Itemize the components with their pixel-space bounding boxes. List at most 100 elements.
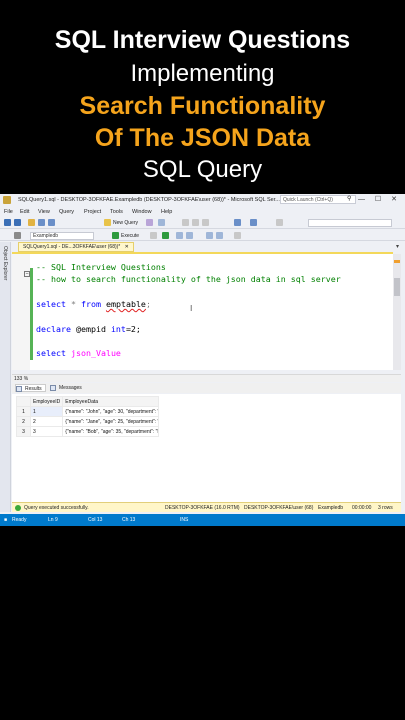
debug-icon[interactable] xyxy=(276,219,283,226)
code-line-json-value: select json_Value xyxy=(36,348,121,358)
redo-icon[interactable] xyxy=(250,219,257,226)
zoom-level[interactable]: 133 % xyxy=(14,376,28,382)
object-explorer-tab[interactable]: Object Explorer xyxy=(0,242,11,512)
database-query-icon[interactable] xyxy=(146,219,153,226)
indent-icon[interactable] xyxy=(234,232,241,239)
back-icon[interactable] xyxy=(4,219,11,226)
column-header-employeeid[interactable]: EmployeeID xyxy=(29,396,64,407)
menu-window[interactable]: Window xyxy=(132,209,152,215)
cut-icon[interactable] xyxy=(182,219,189,226)
row-number[interactable]: 2 xyxy=(16,416,31,427)
close-icon[interactable]: ✕ xyxy=(125,244,129,250)
title-line-2: Implementing xyxy=(130,60,275,87)
scroll-thumb[interactable] xyxy=(394,278,400,296)
paste-icon[interactable] xyxy=(202,219,209,226)
parse-icon[interactable] xyxy=(162,232,169,239)
elapsed-time: 00:00:00 xyxy=(352,505,372,511)
tab-label: SQLQuery1.sql - DE...3OFKFAE\user (68))* xyxy=(23,244,121,250)
cell-employeeid[interactable]: 3 xyxy=(29,426,64,437)
cell-employeedata[interactable]: {"name": "John", "age": 30, "department"… xyxy=(62,406,160,417)
query-editor[interactable]: − -- SQL Interview Questions -- how to s… xyxy=(12,252,393,370)
new-query-icon[interactable] xyxy=(104,219,111,226)
copy-icon[interactable] xyxy=(192,219,199,226)
video-title-overlay: SQL Interview Questions Implementing Sea… xyxy=(0,0,405,192)
row-number-header[interactable] xyxy=(16,396,31,407)
star-token: * xyxy=(65,299,81,309)
database-dropdown[interactable]: Exampledb xyxy=(30,232,94,240)
chevron-down-icon[interactable]: ▾ xyxy=(396,243,399,250)
status-line: Ln 9 xyxy=(48,517,58,523)
query-status-bar: Query executed successfully. DESKTOP-3OF… xyxy=(12,502,401,512)
menu-help[interactable]: Help xyxy=(161,209,172,215)
tab-results[interactable]: Results xyxy=(15,384,46,392)
menu-view[interactable]: View xyxy=(38,209,50,215)
search-icon[interactable]: ⚲ xyxy=(347,195,351,202)
success-icon xyxy=(15,505,21,511)
window-titlebar: SQLQuery1.sql - DESKTOP-3OFKFAE.Exampled… xyxy=(0,194,405,206)
row-number[interactable]: 1 xyxy=(16,406,31,417)
table-name-token: emptable xyxy=(105,299,146,309)
menu-bar: File Edit View Query Project Tools Windo… xyxy=(0,207,405,217)
title-line-3: Search Functionality xyxy=(79,92,326,120)
save-icon[interactable] xyxy=(38,219,45,226)
cell-employeedata[interactable]: {"name": "Jane", "age": 25, "department"… xyxy=(62,416,160,427)
analysis-icon[interactable] xyxy=(158,219,165,226)
cell-employeeid[interactable]: 2 xyxy=(29,416,64,427)
title-line-5: SQL Query xyxy=(142,156,263,183)
row-count: 3 rows xyxy=(378,505,393,511)
header-row: EmployeeID EmployeeData xyxy=(16,396,160,407)
window-title: SQLQuery1.sql - DESKTOP-3OFKFAE.Exampled… xyxy=(18,197,280,203)
results-to-grid-icon[interactable] xyxy=(176,232,183,239)
cell-employeedata[interactable]: {"name": "Bob", "age": 35, "department":… xyxy=(62,426,160,437)
document-tab-bar: SQLQuery1.sql - DE...3OFKFAE\user (68))*… xyxy=(12,242,405,252)
ssms-window: SQLQuery1.sql - DESKTOP-3OFKFAE.Exampled… xyxy=(0,194,405,526)
menu-tools[interactable]: Tools xyxy=(110,209,123,215)
quick-launch-input[interactable]: Quick Launch (Ctrl+Q) xyxy=(280,195,356,204)
title-line-4: Of The JSON Data xyxy=(94,124,311,152)
forward-icon[interactable] xyxy=(14,219,21,226)
tab-sqlquery1[interactable]: SQLQuery1.sql - DE...3OFKFAE\user (68))*… xyxy=(18,242,134,252)
server-info: DESKTOP-3OFKFAE (16.0 RTM) xyxy=(165,505,240,511)
connect-icon[interactable] xyxy=(14,232,21,239)
table-row[interactable]: 3 3 {"name": "Bob", "age": 35, "departme… xyxy=(16,426,160,437)
solution-config-dropdown[interactable] xyxy=(308,219,392,227)
menu-query[interactable]: Query xyxy=(59,209,74,215)
standard-toolbar: New Query xyxy=(0,217,405,229)
status-insert-mode: INS xyxy=(180,517,189,523)
undo-icon[interactable] xyxy=(234,219,241,226)
table-row[interactable]: 1 1 {"name": "John", "age": 30, "departm… xyxy=(16,406,160,417)
tab-messages[interactable]: Messages xyxy=(50,384,82,392)
menu-edit[interactable]: Edit xyxy=(20,209,29,215)
menu-project[interactable]: Project xyxy=(84,209,101,215)
execute-button[interactable]: Execute xyxy=(121,233,139,239)
object-explorer-label: Object Explorer xyxy=(2,246,8,281)
semicolon-token: ; xyxy=(145,299,151,309)
uncomment-icon[interactable] xyxy=(216,232,223,239)
cell-employeeid[interactable]: 1 xyxy=(29,406,64,417)
new-query-button[interactable]: New Query xyxy=(113,220,138,226)
text-cursor-icon: I xyxy=(190,304,193,313)
assign-token: =2; xyxy=(125,324,141,334)
editor-scrollbar[interactable] xyxy=(393,254,401,370)
kw-select: select xyxy=(36,299,66,309)
title-line-1: SQL Interview Questions xyxy=(54,26,351,54)
save-all-icon[interactable] xyxy=(48,219,55,226)
kw-from: from xyxy=(80,299,101,309)
database-info: Exampledb xyxy=(318,505,344,511)
ssms-logo-icon xyxy=(3,196,11,204)
tab-messages-label: Messages xyxy=(59,385,82,391)
row-number[interactable]: 3 xyxy=(16,426,31,437)
execute-icon[interactable] xyxy=(112,232,119,239)
comment-icon[interactable] xyxy=(206,232,213,239)
status-indicator-icon: ■ xyxy=(4,517,8,523)
window-controls[interactable]: — ☐ ✕ xyxy=(358,195,401,203)
results-to-text-icon[interactable] xyxy=(186,232,193,239)
cancel-query-icon[interactable] xyxy=(150,232,157,239)
table-row[interactable]: 2 2 {"name": "Jane", "age": 25, "departm… xyxy=(16,416,160,427)
results-grid[interactable]: EmployeeID EmployeeData 1 1 {"name": "Jo… xyxy=(12,394,401,502)
status-ready: Ready xyxy=(12,517,27,523)
code-line-comment-1: -- SQL Interview Questions xyxy=(36,262,166,272)
menu-file[interactable]: File xyxy=(4,209,13,215)
open-file-icon[interactable] xyxy=(28,219,35,226)
column-header-employeedata[interactable]: EmployeeData xyxy=(62,396,160,407)
